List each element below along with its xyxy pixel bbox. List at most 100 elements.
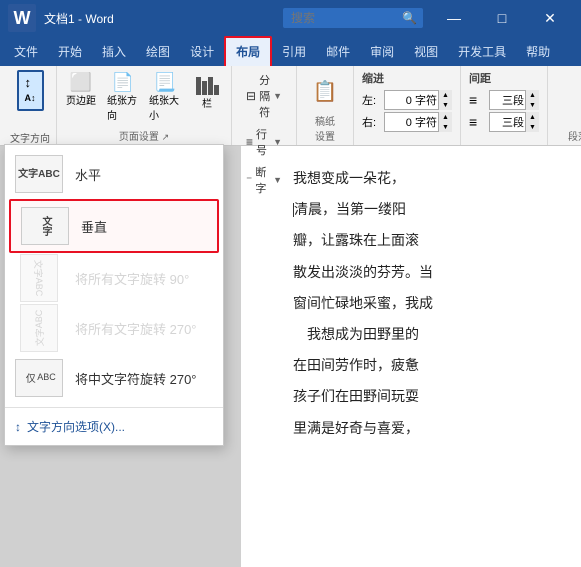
doc-line-9: 里满是好奇与喜爱，	[265, 416, 557, 441]
text-direction-label: 文字方向	[10, 126, 50, 145]
indent-right-label: 右:	[362, 114, 380, 130]
rotate270-label: 将所有文字旋转 270°	[75, 319, 197, 338]
options-link-label: 文字方向选项(X)...	[27, 418, 125, 435]
spacing-before-row: ≡ ▲ ▼	[469, 90, 539, 110]
close-button[interactable]: ✕	[527, 0, 573, 36]
vertical-icon: 文字	[21, 207, 69, 245]
columns-button[interactable]: 栏	[187, 70, 227, 113]
document-content: 我想变成一朵花， 清晨，当第一缕阳 瓣，让露珠在上面滚 散发出淡淡的芬芳。当 窗…	[265, 166, 557, 441]
search-icon: 🔍	[402, 11, 417, 25]
tab-developer[interactable]: 开发工具	[448, 38, 516, 66]
indent-left-down[interactable]: ▼	[438, 100, 452, 110]
spacing-before-down[interactable]: ▼	[525, 100, 539, 110]
spacing-after-spin-buttons: ▲ ▼	[525, 112, 539, 132]
page-setup-expand-icon[interactable]: ↗	[162, 132, 170, 142]
indent-right-row: 右: ▲ ▼	[362, 112, 452, 132]
paragraph-arrange-content	[556, 70, 581, 128]
breaks-label: 分隔符	[259, 72, 270, 120]
vertical-label: 垂直	[81, 217, 107, 236]
doc-line-5: 窗间忙碌地采蜜，我成	[265, 291, 557, 316]
title-bar: W 文档1 - Word 🔍 — □ ✕	[0, 0, 581, 36]
hyphenation-button[interactable]: ⁻ 断字 ▼	[240, 162, 288, 198]
doc-line-7: 在田间劳作时，疲惫	[265, 353, 557, 378]
draft-paper-button[interactable]: 📋	[305, 76, 345, 107]
maximize-button[interactable]: □	[479, 0, 525, 36]
orientation-icon: 📄	[112, 73, 134, 91]
spacing-after-down[interactable]: ▼	[525, 122, 539, 132]
indent-left-spinner: ▲ ▼	[384, 90, 452, 110]
line-numbers-button[interactable]: ≡ 行号 ▼	[240, 124, 288, 160]
orientation-label: 纸张方向	[107, 92, 139, 122]
indent-right-down[interactable]: ▼	[438, 122, 452, 132]
margins-icon: ⬜	[70, 73, 92, 91]
spacing-before-up[interactable]: ▲	[525, 90, 539, 100]
breaks-icon: ⊟	[246, 89, 256, 103]
indent-section: 缩进 左: ▲ ▼ 右: ▲ ▼	[354, 66, 461, 145]
dropdown-divider	[5, 407, 223, 408]
line-numbers-label: 行号	[256, 126, 270, 158]
horizontal-label: 水平	[75, 165, 101, 184]
dropdown-item-vertical[interactable]: 文字 垂直	[9, 199, 219, 253]
indent-left-row: 左: ▲ ▼	[362, 90, 452, 110]
dropdown-item-rotate90[interactable]: 文字ABC 将所有文字旋转 90°	[5, 253, 223, 303]
page-setup-label: 页面设置 ↗	[119, 128, 169, 145]
page-setup-group: ⬜ 页边距 📄 纸张方向 📃 纸张大小 栏 页面设置 ↗	[57, 66, 232, 145]
options-link-icon: ↕	[15, 420, 21, 434]
indent-left-label: 左:	[362, 92, 380, 108]
minimize-button[interactable]: —	[431, 0, 477, 36]
tab-mail[interactable]: 邮件	[316, 38, 360, 66]
spacing-after-icon: ≡	[469, 114, 485, 130]
paragraph-group: 段落	[548, 66, 581, 145]
dropdown-item-horizontal[interactable]: 文字ABC 水平	[5, 149, 223, 199]
tab-view[interactable]: 视图	[404, 38, 448, 66]
spacing-after-up[interactable]: ▲	[525, 112, 539, 122]
horizontal-icon: 文字ABC	[15, 155, 63, 193]
indent-right-spinner: ▲ ▼	[384, 112, 452, 132]
tab-home[interactable]: 开始	[48, 38, 92, 66]
hyphenation-arrow: ▼	[273, 175, 282, 185]
indent-left-spin-buttons: ▲ ▼	[438, 90, 452, 110]
orientation-button[interactable]: 📄 纸张方向	[103, 70, 143, 125]
size-icon: 📃	[154, 73, 176, 91]
search-wrapper: 🔍	[283, 8, 423, 28]
line-numbers-arrow: ▼	[273, 137, 282, 147]
dropdown-item-cn270[interactable]: 仅 ABC 将中文字符旋转 270°	[5, 353, 223, 403]
paragraph-label: 段落	[556, 128, 581, 145]
breaks-button[interactable]: ⊟ 分隔符 ▼	[240, 70, 288, 122]
indent-right-up[interactable]: ▲	[438, 112, 452, 122]
tab-review[interactable]: 审阅	[360, 38, 404, 66]
text-dir-icon: ↕A↕	[25, 76, 36, 105]
text-direction-options-link[interactable]: ↕ 文字方向选项(X)...	[5, 412, 223, 441]
doc-line-8: 孩子们在田野间玩耍	[265, 384, 557, 409]
indent-left-up[interactable]: ▲	[438, 90, 452, 100]
doc-line-3: 瓣，让露珠在上面滚	[265, 228, 557, 253]
title-text: 文档1 - Word	[44, 10, 283, 27]
indent-label-bottom	[362, 134, 452, 136]
cn270-label: 将中文字符旋转 270°	[75, 369, 197, 388]
tab-file[interactable]: 文件	[4, 38, 48, 66]
tab-insert[interactable]: 插入	[92, 38, 136, 66]
tab-draw[interactable]: 绘图	[136, 38, 180, 66]
page-bg-label	[240, 198, 288, 200]
tab-layout[interactable]: 布局	[224, 36, 272, 66]
breaks-arrow: ▼	[273, 91, 282, 101]
tab-help[interactable]: 帮助	[516, 38, 560, 66]
indent-right-spin-buttons: ▲ ▼	[438, 112, 452, 132]
rotate270-icon: 文字ABC	[20, 304, 58, 352]
columns-icon	[196, 73, 219, 95]
spacing-section: 间距 ≡ ▲ ▼ ≡ ▲ ▼	[461, 66, 548, 145]
spacing-after-row: ≡ ▲ ▼	[469, 112, 539, 132]
margins-button[interactable]: ⬜ 页边距	[61, 70, 101, 110]
size-button[interactable]: 📃 纸张大小	[145, 70, 185, 125]
spacing-before-spin-buttons: ▲ ▼	[525, 90, 539, 110]
margins-label: 页边距	[66, 92, 96, 107]
tab-design[interactable]: 设计	[180, 38, 224, 66]
text-direction-button[interactable]: ↕A↕	[17, 70, 44, 111]
tab-reference[interactable]: 引用	[272, 38, 316, 66]
dropdown-item-rotate270[interactable]: 文字ABC 将所有文字旋转 270°	[5, 303, 223, 353]
document-page: 我想变成一朵花， 清晨，当第一缕阳 瓣，让露珠在上面滚 散发出淡淡的芬芳。当 窗…	[241, 146, 581, 567]
spacing-before-icon: ≡	[469, 92, 485, 108]
doc-line-4: 散发出淡淡的芬芳。当	[265, 260, 557, 285]
rotate90-icon: 文字ABC	[20, 254, 58, 302]
line-numbers-icon: ≡	[246, 135, 253, 149]
